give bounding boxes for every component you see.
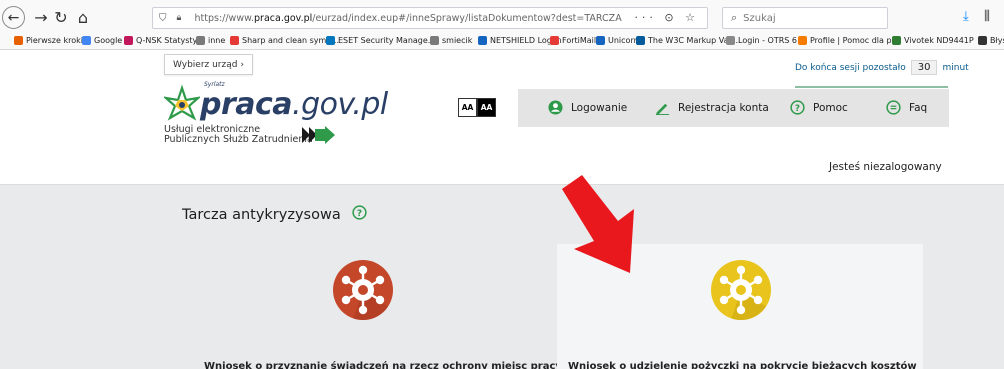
search-placeholder: Szukaj — [743, 12, 776, 24]
bookmark-item[interactable]: Q-NSK Statystyki — [124, 36, 204, 45]
bookmark-label: Profile | Pomoc dla pr... — [810, 36, 902, 45]
main-menu: Logowanie Rejestracja konta ? Pomoc Faq — [518, 89, 949, 127]
chat-icon — [886, 100, 901, 115]
session-divider — [795, 86, 948, 88]
menu-item-login[interactable]: Logowanie — [548, 100, 627, 115]
login-status: Jesteś niezalogowany — [829, 161, 942, 173]
virus-icon — [333, 260, 393, 320]
session-timer: Do końca sesji pozostało 30 minut — [795, 60, 969, 75]
bookmark-favicon-icon — [636, 36, 645, 45]
logo-text: praca.gov.pl — [200, 87, 388, 122]
forward-arrow-icon[interactable]: → — [30, 6, 52, 28]
session-text-before: Do końca sesji pozostało — [795, 62, 906, 73]
bookmark-label: Vivotek ND9441P — [904, 36, 974, 45]
bookmark-item[interactable]: smiecik — [430, 36, 472, 45]
reload-icon[interactable]: ↻ — [50, 6, 72, 28]
lock-icon[interactable]: 🔒︎ — [177, 13, 187, 23]
bookmark-item[interactable]: Sharp and clean symb... — [230, 36, 339, 45]
card-title[interactable]: Wniosek o udzielenie pożyczki na pokryci… — [568, 361, 934, 369]
help-icon: ? — [790, 100, 805, 115]
menu-label-help: Pomoc — [813, 101, 848, 114]
search-input[interactable]: ⌕ Szukaj — [722, 7, 888, 29]
page-actions-icon[interactable]: ··· ⊙ ☆ — [634, 11, 699, 24]
bookmark-favicon-icon — [196, 36, 205, 45]
bookmark-item[interactable]: Vivotek ND9441P — [892, 36, 974, 45]
main-content: Tarcza antykryzysowa ? Wniosek o przyzna… — [0, 185, 1004, 369]
bookmarks-toolbar: Pierwsze kroki Google Q-NSK Statystyki inne… — [0, 33, 1004, 50]
menu-item-help[interactable]: ? Pomoc — [790, 100, 848, 115]
bookmark-label: Pierwsze kroki — [26, 36, 83, 45]
svg-text:?: ? — [795, 104, 800, 114]
bookmark-item[interactable]: The W3C Markup Vali... — [636, 36, 741, 45]
praca-gov-logo[interactable]: Syrlatz praca.gov.pl — [164, 79, 388, 129]
bookmark-label: Błys — [990, 36, 1004, 45]
bookmark-favicon-icon — [82, 36, 91, 45]
bookmark-label: Google — [94, 36, 123, 45]
bookmark-favicon-icon — [798, 36, 807, 45]
search-icon: ⌕ — [731, 11, 738, 24]
bookmark-favicon-icon — [726, 36, 735, 45]
bookmark-label: Sharp and clean symb... — [242, 36, 340, 45]
session-minutes: 30 — [910, 60, 938, 75]
bookmark-favicon-icon — [124, 36, 133, 45]
home-icon[interactable]: ⌂ — [72, 6, 94, 28]
session-text-after: minut — [942, 62, 969, 73]
menu-item-faq[interactable]: Faq — [886, 100, 927, 115]
bookmark-item[interactable]: Błys — [978, 36, 1004, 45]
bookmark-favicon-icon — [892, 36, 901, 45]
bookmark-label: inne — [208, 36, 226, 45]
tracking-shield-icon[interactable]: ⛉ — [159, 13, 167, 24]
bookmark-label: Unicorn — [608, 36, 639, 45]
menu-label-register: Rejestracja konta — [678, 101, 769, 114]
bookmark-favicon-icon — [14, 36, 23, 45]
annotation-arrow-icon — [562, 175, 634, 273]
bookmark-favicon-icon — [230, 36, 239, 45]
psz-logo-icon — [302, 126, 335, 144]
bookmark-item[interactable]: ESET Security Manage... — [326, 36, 435, 45]
site-subtitle: Usługi elektroniczne Publicznych Służb Z… — [164, 124, 313, 145]
bookmark-label: Login - OTRS 6 — [738, 36, 798, 45]
logo-star-icon — [164, 84, 200, 121]
bookmark-item[interactable]: Google — [82, 36, 122, 45]
download-icon[interactable]: ⤓ — [963, 9, 969, 24]
bookmark-item[interactable]: FortiMail — [550, 36, 596, 45]
select-office-button[interactable]: Wybierz urząd › — [164, 54, 253, 75]
bookmark-label: ESET Security Manage... — [338, 36, 436, 45]
bookmark-favicon-icon — [478, 36, 487, 45]
bookmark-item[interactable]: inne — [196, 36, 225, 45]
user-icon — [548, 100, 563, 115]
bookmark-favicon-icon — [596, 36, 605, 45]
bookmark-label: Q-NSK Statystyki — [136, 36, 205, 45]
section-help-icon[interactable]: ? — [352, 205, 367, 224]
bookmark-item[interactable]: Login - OTRS 6 — [726, 36, 797, 45]
pencil-icon — [655, 100, 670, 115]
browser-toolbar: ← → ↻ ⌂ ⛉ 🔒︎ https://www.praca.gov.pl/eu… — [0, 0, 1004, 33]
virus-icon — [711, 260, 771, 320]
menu-item-register[interactable]: Rejestracja konta — [655, 100, 769, 115]
bookmark-item[interactable]: Profile | Pomoc dla pr... — [798, 36, 902, 45]
bookmark-favicon-icon — [978, 36, 987, 45]
card-title[interactable]: Wniosek o przyznanie świadczeń na rzecz … — [204, 361, 579, 369]
font-contrast-button[interactable]: AA — [477, 98, 496, 117]
address-url[interactable]: https://www.praca.gov.pl/eurzad/index.eu… — [195, 13, 622, 24]
bookmark-label: FortiMail — [562, 36, 597, 45]
bookmark-item[interactable]: Unicorn — [596, 36, 639, 45]
bookmark-item[interactable]: Pierwsze kroki — [14, 36, 83, 45]
web-page: Wybierz urząd › Do końca sesji pozostało… — [0, 51, 1004, 369]
menu-label-faq: Faq — [909, 101, 928, 114]
back-arrow-icon[interactable]: ← — [2, 6, 25, 29]
bookmark-favicon-icon — [430, 36, 439, 45]
svg-text:?: ? — [357, 209, 362, 219]
library-icon[interactable]: ⫼ — [984, 9, 990, 24]
section-title-text: Tarcza antykryzysowa — [182, 206, 341, 223]
bookmark-label: smiecik — [442, 36, 473, 45]
menu-label-login: Logowanie — [571, 101, 628, 114]
section-title: Tarcza antykryzysowa ? — [182, 205, 367, 224]
bookmark-favicon-icon — [550, 36, 559, 45]
font-size-switch: AA AA — [458, 98, 496, 117]
address-bar[interactable]: ⛉ 🔒︎ https://www.praca.gov.pl/eurzad/ind… — [152, 7, 708, 29]
bookmark-favicon-icon — [326, 36, 335, 45]
font-normal-button[interactable]: AA — [458, 98, 477, 117]
card-job-protection[interactable]: Wniosek o przyznanie świadczeń na rzecz … — [181, 244, 562, 369]
